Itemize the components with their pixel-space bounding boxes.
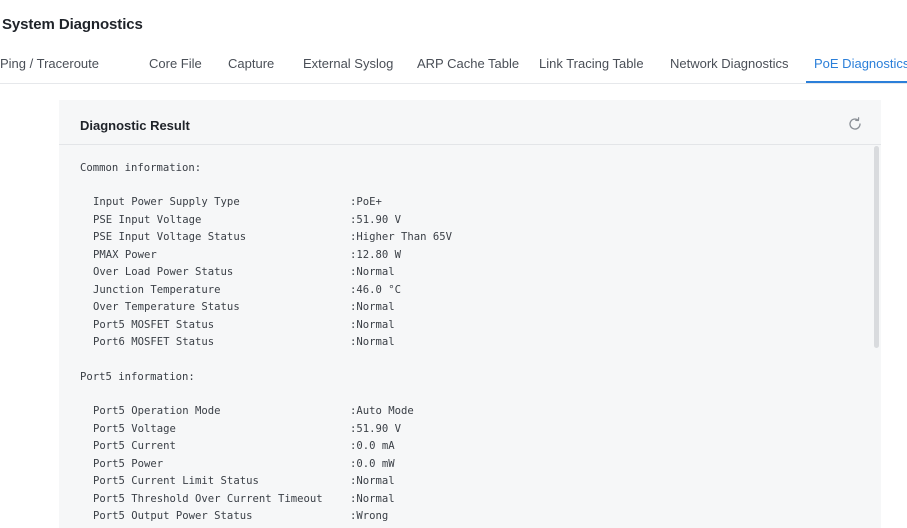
port5-key: Port5 Current [93,440,176,452]
tab-bar: Ping / Traceroute Core File Capture Exte… [0,50,907,84]
common-value: :Normal [350,301,395,313]
common-key: PSE Input Voltage Status [93,231,247,243]
port5-value: :Normal [350,492,395,505]
tab-external-syslog[interactable]: External Syslog [303,56,393,71]
port5-key: Port5 Voltage [93,422,176,435]
port5-key: Port5 Threshold Over Current Timeout [93,492,323,505]
common-info-heading: Common information: [80,162,202,174]
common-value: :51.90 V [350,213,402,226]
common-value: :PoE+ [350,196,382,208]
system-diagnostics-page: System Diagnostics Ping / Traceroute Cor… [0,0,907,528]
common-key: PMAX Power [93,248,157,261]
common-value: :12.80 W [350,248,402,261]
common-key: Junction Temperature [93,283,221,296]
tab-ping-traceroute[interactable]: Ping / Traceroute [0,56,99,71]
port5-value: :Wrong [350,510,389,522]
card-header: Diagnostic Result [59,100,881,145]
port5-key: Port5 Output Power Status [93,510,253,522]
tab-arp-cache-table[interactable]: ARP Cache Table [417,56,519,71]
port5-value: :Normal [350,475,395,487]
port5-value: :Auto Mode [350,405,414,417]
port5-info-heading: Port5 information: [80,371,195,383]
port5-value: :0.0 mA [350,440,395,452]
common-key: Port5 MOSFET Status [93,318,215,331]
common-value: :46.0 °C [350,283,402,296]
tab-link-tracing-table[interactable]: Link Tracing Table [539,56,644,71]
tab-capture[interactable]: Capture [228,56,274,71]
diagnostic-result-card: Diagnostic Result Common information: In… [59,100,881,528]
port5-key: Port5 Power [93,457,164,470]
common-key: PSE Input Voltage [93,213,202,226]
common-value: :Normal [350,266,395,278]
common-value: :Normal [350,318,395,331]
port5-key: Port5 Current Limit Status [93,475,259,487]
port5-key: Port5 Operation Mode [93,405,221,417]
tab-network-diagnostics[interactable]: Network Diagnostics [670,56,789,71]
common-key: Over Load Power Status [93,266,234,278]
common-key: Input Power Supply Type [93,196,240,208]
common-key: Port6 MOSFET Status [93,336,215,348]
output-scrollbar[interactable] [874,146,879,348]
common-value: :Higher Than 65V [350,231,453,243]
common-value: :Normal [350,336,395,348]
port5-value: :51.90 V [350,422,402,435]
page-title: System Diagnostics [2,16,143,33]
tab-poe-diagnostics[interactable]: PoE Diagnostics [814,56,907,71]
refresh-icon[interactable] [847,116,863,132]
common-key: Over Temperature Status [93,301,240,313]
diagnostic-output: Common information: Input Power Supply T… [59,145,881,528]
card-title: Diagnostic Result [80,118,190,133]
port5-value: :0.0 mW [350,457,395,470]
active-tab-indicator [806,81,907,83]
tab-core-file[interactable]: Core File [149,56,202,71]
